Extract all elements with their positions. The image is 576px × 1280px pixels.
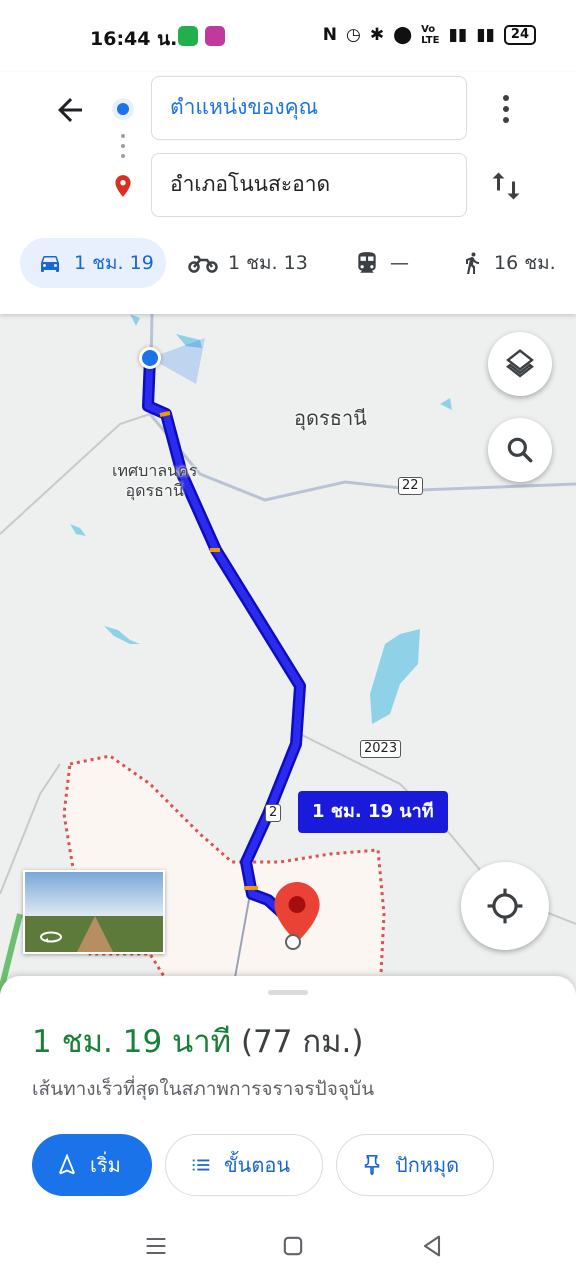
- street-view-thumbnail[interactable]: [23, 870, 165, 954]
- back-arrow-icon[interactable]: [52, 92, 88, 128]
- route-duration-chip[interactable]: 1 ชม. 19 นาที: [298, 791, 448, 833]
- drag-handle[interactable]: [268, 990, 308, 995]
- pin-button[interactable]: ปักหมุด: [336, 1134, 494, 1196]
- nfc-icon: N: [322, 25, 337, 45]
- origin-dot-icon: [112, 98, 134, 120]
- route-connector: [121, 134, 125, 162]
- mode-driving-label: 1 ชม. 19: [74, 252, 154, 274]
- more-options-icon[interactable]: [496, 92, 516, 126]
- transit-icon: [358, 252, 376, 273]
- walk-icon: [466, 252, 479, 274]
- directions-header: ตำแหน่งของคุณ อำเภอโนนสะอาด 1 ชม. 19 1 ช…: [0, 72, 576, 314]
- current-location-dot-icon: [139, 347, 161, 369]
- route-summary-sheet[interactable]: 1 ชม. 19 นาที (77 กม.) เส้นทางเร็วที่สุด…: [0, 976, 576, 1280]
- pushpin-icon: [364, 1155, 380, 1176]
- alarm-icon: ◷: [345, 25, 361, 45]
- menu-icon[interactable]: [142, 1232, 170, 1260]
- route-shield-2: 2: [265, 804, 282, 822]
- map-label-municipality: เทศบาลนคร อุดรธานี: [112, 461, 198, 500]
- mode-transit[interactable]: —: [354, 238, 409, 288]
- route-shield-2023: 2023: [360, 740, 402, 758]
- line-app-icon: [178, 26, 198, 46]
- pin-button-label: ปักหมุด: [395, 1153, 460, 1177]
- location-icon: ⬤: [393, 25, 413, 45]
- system-nav-bar: [0, 1218, 576, 1280]
- crosshair-icon: [487, 888, 523, 924]
- bluetooth-icon: ✱: [369, 25, 385, 45]
- back-icon[interactable]: [418, 1232, 446, 1260]
- search-button[interactable]: [488, 418, 552, 482]
- mode-motorcycle-label: 1 ชม. 13: [228, 252, 308, 274]
- map-label-city: อุดรธานี: [294, 406, 367, 430]
- motorcycle-icon: [188, 255, 218, 273]
- rotate-360-icon: [40, 931, 62, 943]
- layers-icon: [506, 349, 534, 378]
- mode-walking-label: 16 ชม.: [494, 252, 556, 274]
- layers-button[interactable]: [488, 332, 552, 396]
- start-button[interactable]: เริ่ม: [32, 1134, 152, 1196]
- origin-field[interactable]: ตำแหน่งของคุณ: [151, 76, 467, 140]
- my-location-button[interactable]: [461, 862, 549, 950]
- car-icon: [41, 256, 59, 272]
- swap-icon[interactable]: [488, 166, 524, 206]
- eta-distance: (77 กม.): [240, 1024, 364, 1060]
- eta-duration: 1 ชม. 19 นาที: [32, 1024, 232, 1060]
- route-description: เส้นทางเร็วที่สุดในสภาพการจราจรปัจจุบัน: [32, 1078, 375, 1100]
- status-bar: 16:44 น. N ◷ ✱ ⬤ Vo LTE ▮▮ ▮▮ 24: [0, 0, 576, 72]
- start-button-label: เริ่ม: [90, 1153, 121, 1177]
- mode-walking[interactable]: 16 ชม.: [460, 238, 556, 288]
- mode-driving[interactable]: 1 ชม. 19: [20, 238, 166, 288]
- home-icon[interactable]: [279, 1232, 307, 1260]
- signal-icon: ▮▮: [448, 25, 468, 45]
- status-time: 16:44 น.: [90, 28, 178, 50]
- route-shield-22: 22: [398, 477, 423, 495]
- steps-button[interactable]: ขั้นตอน: [165, 1134, 323, 1196]
- destination-field[interactable]: อำเภอโนนสะอาด: [151, 153, 467, 217]
- map-view[interactable]: อุดรธานี เทศบาลนคร อุดรธานี 22 2023 2 1 …: [0, 314, 576, 994]
- travel-modes: 1 ชม. 19 1 ชม. 13 — 16 ชม.: [0, 232, 576, 292]
- status-icons: N ◷ ✱ ⬤ Vo LTE ▮▮ ▮▮ 24: [323, 24, 536, 46]
- battery-icon: 24: [503, 25, 536, 45]
- destination-pin-icon: [115, 175, 131, 197]
- mode-transit-label: —: [390, 252, 409, 274]
- volte-icon: Vo LTE: [421, 24, 440, 46]
- search-icon: [507, 437, 533, 463]
- list-icon: [192, 1159, 210, 1171]
- mode-motorcycle[interactable]: 1 ชม. 13: [188, 238, 308, 288]
- calendar-app-icon: [205, 26, 225, 46]
- eta-line: 1 ชม. 19 นาที (77 กม.): [32, 1016, 364, 1066]
- navigation-arrow-icon: [59, 1154, 75, 1175]
- 4g-signal-icon: ▮▮: [476, 25, 495, 45]
- steps-button-label: ขั้นตอน: [224, 1153, 291, 1177]
- destination-point-icon: [285, 934, 301, 950]
